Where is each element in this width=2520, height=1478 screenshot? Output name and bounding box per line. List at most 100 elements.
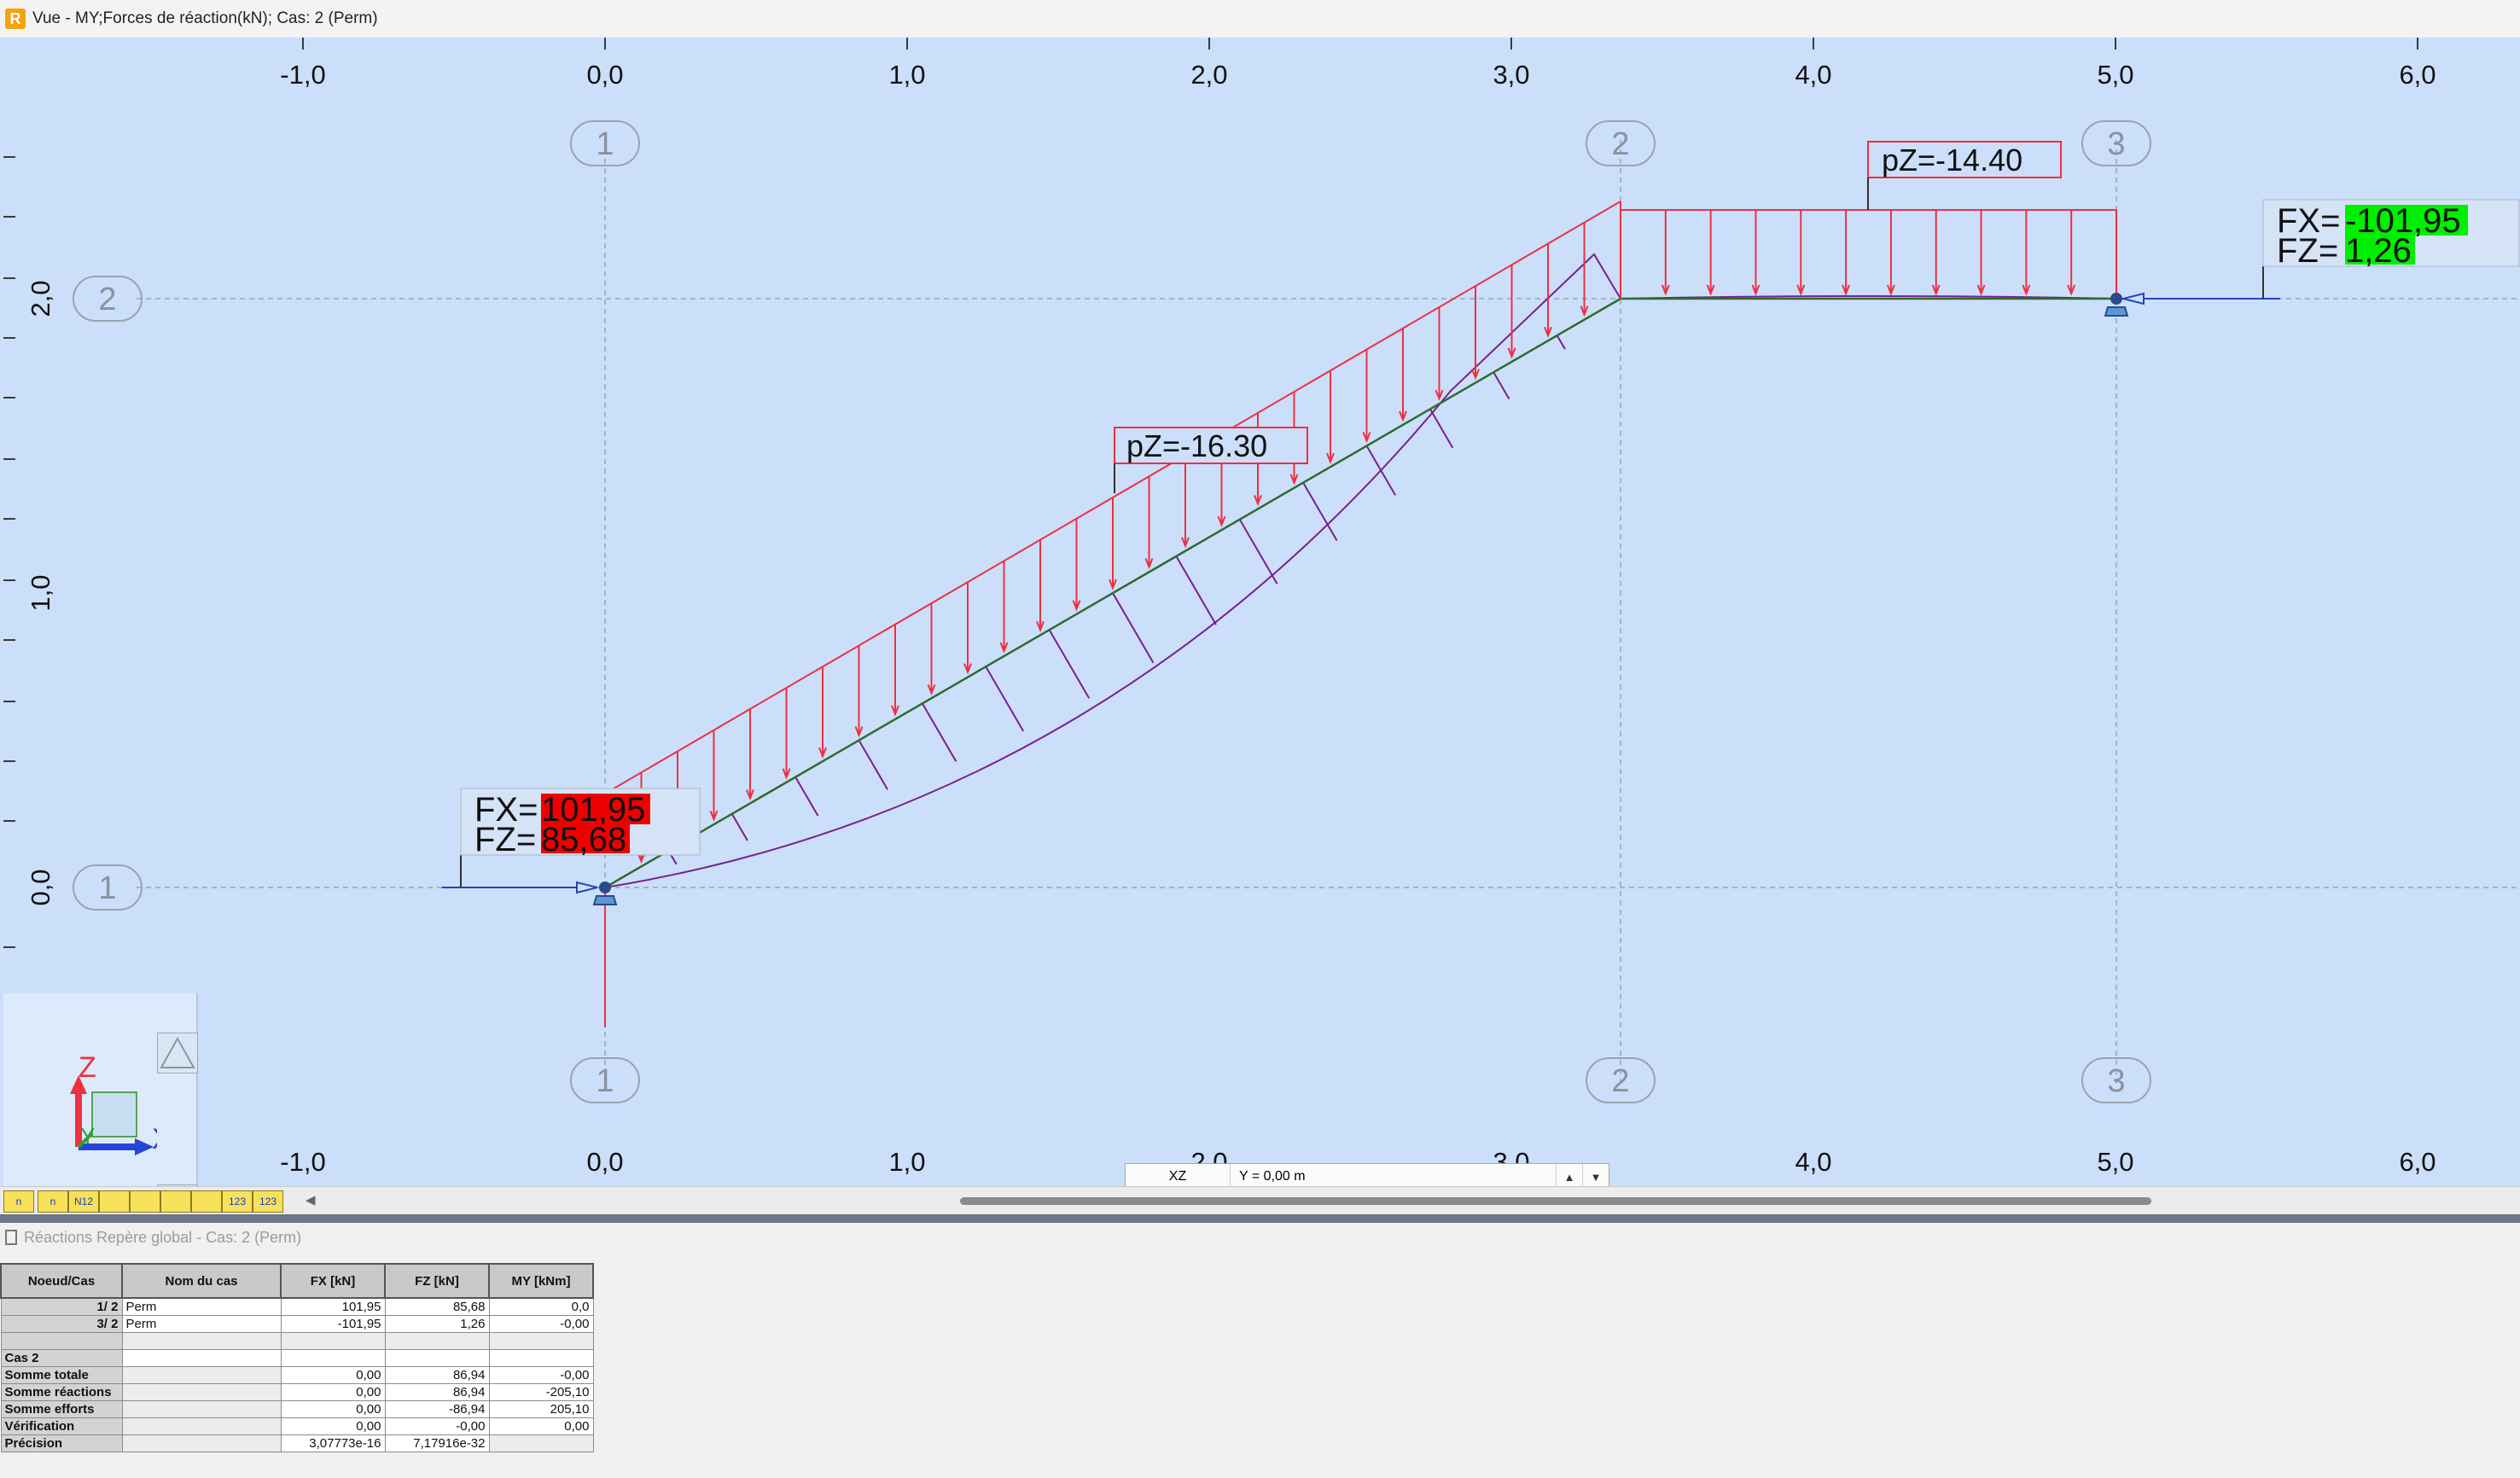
work-plane[interactable]: XZ [1126, 1164, 1231, 1186]
moment-hatch [1556, 335, 1566, 350]
toolbar-button-numbering[interactable]: N12 [68, 1190, 99, 1213]
plane-coordinate[interactable]: Y = 0,00 m [1231, 1169, 1556, 1184]
column-header[interactable]: FX [kN] [280, 1263, 386, 1299]
panel-title: Réactions Repère global - Cas: 2 (Perm) [24, 1228, 302, 1246]
fx-cell[interactable]: 101,95 [280, 1297, 386, 1316]
fx-cell[interactable]: 3,07773e-16 [280, 1434, 386, 1452]
grid-label: 1 [98, 870, 116, 906]
grid-bubble-labels: 1 2 3 1 2 3 2 1 [98, 126, 2125, 1099]
my-cell[interactable]: -0,00 [488, 1315, 594, 1333]
panel-splitter[interactable] [0, 1214, 2520, 1223]
fx-cell[interactable]: 0,00 [280, 1400, 386, 1418]
fz-cell[interactable]: -86,94 [384, 1400, 490, 1418]
title-bar: R Vue - MY;Forces de réaction(kN); Cas: … [0, 0, 2520, 38]
table-row-empty [0, 1332, 594, 1350]
toolbar-button-values[interactable]: 123 [222, 1190, 253, 1213]
moment-hatch [985, 666, 1024, 732]
fx-cell[interactable]: 0,00 [280, 1366, 386, 1384]
member-inclined [604, 297, 1621, 889]
horizontal-scrollbar[interactable] [960, 1197, 2151, 1205]
x-tick-label: 5,0 [2097, 60, 2133, 90]
support-node-1[interactable] [592, 882, 618, 905]
summary-row[interactable]: Vérification 0,00 -0,00 0,00 [0, 1417, 594, 1435]
column-header[interactable]: Nom du cas [121, 1263, 282, 1299]
my-cell[interactable]: -205,10 [488, 1383, 594, 1401]
grid-label: 1 [596, 126, 614, 162]
moment-diagram [604, 253, 2117, 888]
column-header[interactable]: MY [kNm] [488, 1263, 594, 1299]
table-row[interactable]: 1/ 2 Perm 101,95 85,68 0,0 [0, 1297, 594, 1316]
toolbar-button-nodes[interactable]: n [3, 1190, 34, 1213]
x-tick-label: 0,0 [586, 1147, 623, 1177]
coordinate-bar[interactable]: XZ Y = 0,00 m ▲ ▼ [1125, 1163, 1609, 1186]
moment-hatch [794, 777, 819, 817]
summary-row[interactable]: Somme totale 0,00 86,94 -0,00 [0, 1366, 594, 1384]
moment-hatch [922, 702, 957, 762]
my-cell[interactable]: 0,00 [488, 1417, 594, 1435]
reactions-table[interactable]: Noeud/Cas Nom du cas FX [kN] FZ [kN] MY … [0, 1263, 594, 1452]
x-tick-labels-top: -1,0 0,0 1,0 2,0 3,0 4,0 5,0 6,0 [280, 60, 2436, 90]
x-tick-label: 6,0 [2399, 1147, 2436, 1177]
axis-triad-icon: Z Y X [70, 1051, 157, 1155]
scroll-left-icon[interactable]: ◀ [306, 1192, 316, 1207]
my-cell[interactable]: 205,10 [488, 1400, 594, 1418]
toolbar-button-sections[interactable] [191, 1190, 222, 1213]
app-logo-icon: R [5, 9, 26, 29]
grid-label: 1 [596, 1063, 614, 1099]
moment-hatch [1112, 592, 1155, 664]
x-tick-label: 2,0 [1190, 60, 1227, 90]
fz-cell[interactable]: -0,00 [384, 1417, 490, 1435]
coordinate-up-button[interactable]: ▲ [1556, 1164, 1582, 1186]
y-tick-label: 0,0 [26, 869, 55, 905]
fz-cell[interactable]: 86,94 [384, 1383, 490, 1401]
my-cell[interactable] [488, 1434, 594, 1452]
toolbar-button-values[interactable]: 123 [253, 1190, 283, 1213]
node-cell[interactable]: 1/ 2 [0, 1297, 123, 1316]
summary-label: Somme totale [0, 1366, 123, 1384]
fx-cell[interactable]: 0,00 [280, 1383, 386, 1401]
my-cell[interactable]: -0,00 [488, 1366, 594, 1384]
fx-cell[interactable]: 0,00 [280, 1417, 386, 1435]
toolbar-button-releases[interactable] [160, 1190, 191, 1213]
fx-cell[interactable]: -101,95 [280, 1315, 386, 1333]
column-header[interactable]: Noeud/Cas [0, 1263, 123, 1299]
toolbar-button-supports[interactable] [99, 1190, 130, 1213]
structure-view[interactable]: -1,0 0,0 1,0 2,0 3,0 4,0 5,0 6,0 -1,0 0,… [0, 38, 2520, 1186]
moment-hatch [858, 739, 888, 790]
x-tick-label: 0,0 [586, 60, 623, 90]
x-tick-label: 5,0 [2097, 1147, 2133, 1177]
case-name-cell[interactable]: Perm [121, 1297, 282, 1316]
window-title: Vue - MY;Forces de réaction(kN); Cas: 2 … [32, 9, 378, 27]
fz-cell[interactable]: 1,26 [384, 1315, 490, 1333]
x-tick-label: 4,0 [1795, 1147, 1831, 1177]
summary-row[interactable]: Somme réactions 0,00 86,94 -205,10 [0, 1383, 594, 1401]
axis-z-label: Z [79, 1051, 96, 1084]
table-row[interactable]: 3/ 2 Perm -101,95 1,26 -0,00 [0, 1315, 594, 1333]
moment-curve [604, 253, 2117, 888]
fz-cell[interactable]: 7,17916e-32 [384, 1434, 490, 1452]
support-node-3[interactable] [2104, 293, 2129, 317]
toolbar-button-elements[interactable]: n [38, 1190, 68, 1213]
fz-label: FZ= [2277, 232, 2338, 270]
x-tick-label: 1,0 [888, 60, 925, 90]
case-name-cell[interactable]: Perm [121, 1315, 282, 1333]
my-cell[interactable]: 0,0 [488, 1297, 594, 1316]
node-cell[interactable]: 3/ 2 [0, 1315, 123, 1333]
left-ruler [3, 156, 15, 1129]
fz-cell[interactable]: 86,94 [384, 1366, 490, 1384]
structure-canvas[interactable]: -1,0 0,0 1,0 2,0 3,0 4,0 5,0 6,0 -1,0 0,… [0, 38, 2520, 1186]
load-value: pZ=-14.40 [1882, 143, 2022, 177]
fz-value: 85,68 [541, 821, 626, 858]
coordinate-down-button[interactable]: ▼ [1582, 1164, 1609, 1186]
column-header[interactable]: FZ [kN] [384, 1263, 490, 1299]
x-tick-label: -1,0 [280, 1147, 325, 1177]
view-up-button[interactable] [157, 1033, 198, 1074]
grid-label: 2 [1611, 126, 1629, 162]
moment-hatch [1493, 371, 1510, 400]
toolbar-button-loads[interactable] [130, 1190, 160, 1213]
summary-row[interactable]: Somme efforts 0,00 -86,94 205,10 [0, 1400, 594, 1418]
top-ruler [302, 38, 2418, 49]
fz-value: 1,26 [2345, 232, 2412, 270]
fz-cell[interactable]: 85,68 [384, 1297, 490, 1316]
summary-row[interactable]: Précision 3,07773e-16 7,17916e-32 [0, 1434, 594, 1452]
